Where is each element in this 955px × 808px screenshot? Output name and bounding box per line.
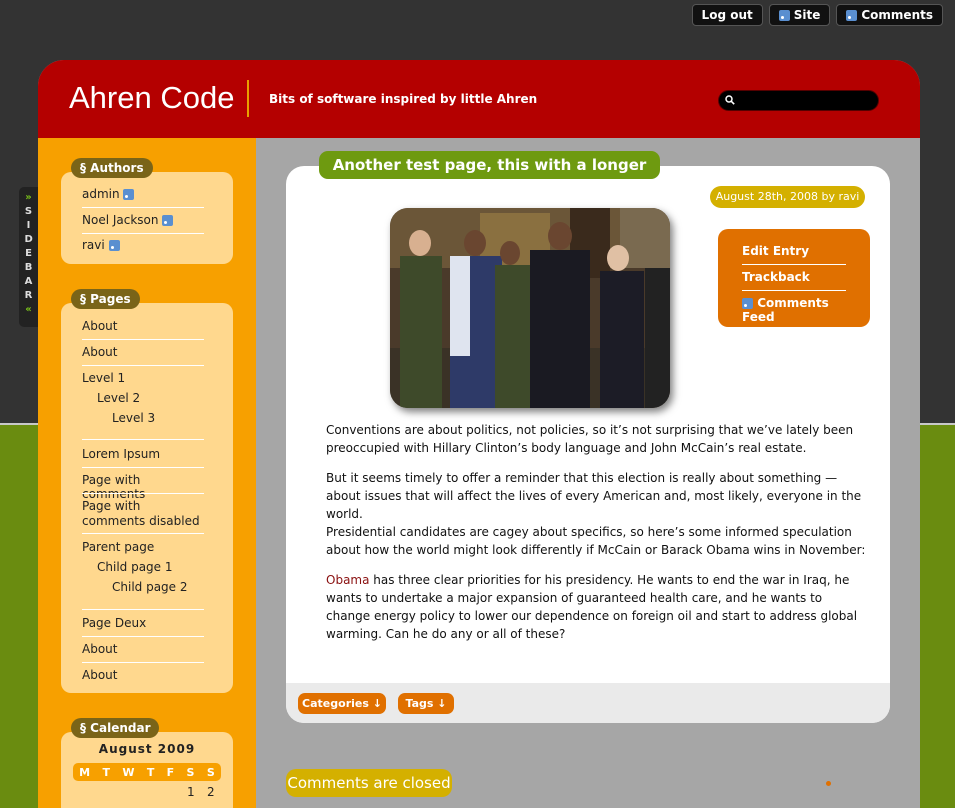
logout-label: Log out: [701, 8, 753, 22]
page-link[interactable]: Parent page: [82, 540, 204, 554]
post-paragraph: But it seems timely to offer a reminder …: [326, 471, 862, 521]
page-link[interactable]: Level 1: [82, 371, 204, 385]
author-item-admin[interactable]: admin: [82, 187, 204, 201]
author-name: admin: [82, 187, 120, 201]
categories-button[interactable]: Categories ↓: [298, 693, 386, 714]
divider: [82, 662, 204, 663]
author-name: Noel Jackson: [82, 213, 159, 227]
expand-arrow-icon: »: [25, 192, 32, 203]
calendar-widget: August 2009 M T W T F S S 1 2: [61, 732, 233, 808]
post-paragraph: Presidential candidates are cagey about …: [326, 525, 866, 557]
calendar-day: 2: [207, 785, 215, 799]
main-frame: Ahren Code Bits of software inspired by …: [38, 60, 920, 808]
page-link[interactable]: Level 3: [112, 411, 234, 425]
page-link[interactable]: Page Deux: [82, 616, 204, 630]
weekday-label: T: [102, 765, 110, 779]
logout-link[interactable]: Log out: [691, 4, 763, 26]
site-header: Ahren Code Bits of software inspired by …: [38, 60, 920, 138]
rss-icon[interactable]: [108, 240, 120, 251]
site-feed-link[interactable]: Site: [768, 4, 831, 26]
comments-feed-label: Comments: [861, 8, 933, 22]
search-input[interactable]: [718, 90, 879, 111]
divider: [82, 533, 204, 534]
page-link[interactable]: Page with comments disabled: [82, 499, 204, 529]
divider: [82, 493, 204, 494]
edit-entry-link[interactable]: Edit Entry: [742, 244, 846, 258]
site-tagline: Bits of software inspired by little Ahre…: [269, 92, 538, 106]
page-link[interactable]: Page with comments: [82, 473, 204, 501]
divider: [82, 467, 204, 468]
pages-widget: About About Level 1 Level 2 Level 3 Lore…: [61, 303, 233, 693]
comments-feed-action[interactable]: Comments Feed: [742, 296, 846, 324]
post-photo: [390, 208, 670, 408]
calendar-month: August 2009: [98, 742, 196, 756]
pages-title: § Pages: [71, 289, 140, 309]
sidebar-tab-label: SIDEBAR: [24, 205, 33, 301]
page-link[interactable]: Level 2: [97, 391, 219, 405]
comments-feed-label: Comments Feed: [742, 296, 829, 324]
rss-icon[interactable]: [162, 215, 174, 226]
rss-icon: [778, 9, 790, 21]
divider: [82, 207, 204, 208]
post-paragraph: Conventions are about politics, not poli…: [326, 423, 854, 455]
authors-title: § Authors: [71, 158, 153, 178]
divider: [742, 290, 846, 291]
weekday-label: M: [79, 765, 91, 779]
page-link[interactable]: Lorem Ipsum: [82, 447, 204, 461]
divider: [82, 233, 204, 234]
divider: [742, 264, 846, 265]
tags-button[interactable]: Tags ↓: [398, 693, 454, 714]
author-item-ravi[interactable]: ravi: [82, 238, 204, 252]
obama-link[interactable]: Obama: [326, 573, 369, 587]
page-link[interactable]: Child page 1: [97, 560, 219, 574]
post-paragraph: Obama has three clear priorities for his…: [326, 571, 866, 643]
weekday-label: F: [166, 765, 175, 779]
search-icon: [725, 95, 735, 108]
post-card: August 28th, 2008 by ravi Edit Entry Tra…: [286, 166, 890, 723]
author-name: ravi: [82, 238, 105, 252]
rss-icon[interactable]: [123, 189, 135, 200]
post-actions-box: Edit Entry Trackback Comments Feed: [718, 229, 870, 327]
divider: [82, 365, 204, 366]
top-links: Log out Site Comments: [691, 4, 943, 26]
authors-widget: admin Noel Jackson ravi: [61, 172, 233, 264]
post-paragraph-text: has three clear priorities for his presi…: [326, 573, 858, 641]
comments-closed-badge: Comments are closed: [286, 769, 452, 797]
weekday-label: S: [206, 765, 215, 779]
page-link[interactable]: About: [82, 668, 204, 682]
author-item-noel-jackson[interactable]: Noel Jackson: [82, 213, 204, 227]
page-link[interactable]: About: [82, 642, 204, 656]
divider: [82, 439, 204, 440]
post-title[interactable]: Another test page, this with a longer ti…: [319, 151, 660, 202]
weekday-label: S: [186, 765, 195, 779]
weekday-label: T: [146, 765, 155, 779]
decorative-dot: [826, 781, 831, 786]
collapse-arrow-icon: «: [25, 303, 32, 315]
title-separator: [247, 80, 249, 117]
trackback-link[interactable]: Trackback: [742, 270, 846, 284]
sidebar: admin Noel Jackson ravi § Authors About …: [38, 138, 256, 808]
post-date: August 28th, 2008 by ravi: [710, 186, 865, 208]
weekday-label: W: [122, 765, 135, 779]
divider: [82, 339, 204, 340]
comments-feed-link[interactable]: Comments: [836, 4, 943, 26]
post-footer: Categories ↓ Tags ↓: [286, 683, 890, 723]
divider: [82, 609, 204, 610]
rss-icon: [742, 298, 753, 309]
page-link[interactable]: About: [82, 345, 204, 359]
sidebar-toggle-tab[interactable]: » SIDEBAR «: [19, 187, 38, 327]
divider: [82, 636, 204, 637]
calendar-day: 1: [187, 785, 195, 799]
rss-icon: [846, 9, 858, 21]
calendar-title: § Calendar: [71, 718, 160, 738]
site-feed-label: Site: [793, 8, 821, 22]
site-title[interactable]: Ahren Code: [69, 80, 234, 116]
calendar-weekday-header: M T W T F S S: [73, 763, 221, 781]
page-link[interactable]: Child page 2: [112, 580, 234, 594]
page-link[interactable]: About: [82, 319, 204, 333]
